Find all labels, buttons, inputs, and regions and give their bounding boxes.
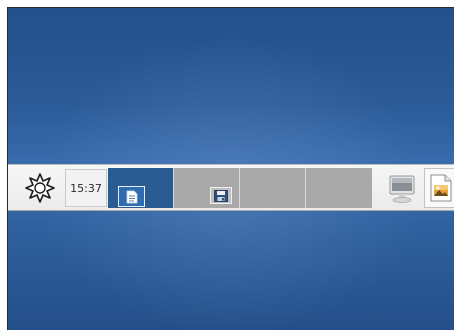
workspace-2[interactable] [174,168,240,208]
clock-time: 15:37 [70,181,102,195]
floppy-save-icon [214,189,228,202]
document-icon [126,190,137,203]
workspace-4[interactable] [306,168,372,208]
desktop-screen: 15:37 [7,7,454,330]
workspace-3[interactable] [240,168,306,208]
monitor-icon [389,175,415,203]
sun-gear-menu-icon [25,173,55,203]
monitor-launcher-button[interactable] [387,172,417,206]
image-viewer-launcher-button[interactable] [424,168,454,208]
pager-window-document[interactable] [118,186,145,207]
clock[interactable]: 15:37 [65,169,107,207]
image-viewer-icon [430,174,452,202]
main-menu-button[interactable] [24,173,56,203]
workspace-1[interactable] [108,168,174,208]
pager-window-save[interactable] [210,187,232,204]
taskbar-panel: 15:37 [8,164,454,211]
workspace-pager [108,168,372,208]
